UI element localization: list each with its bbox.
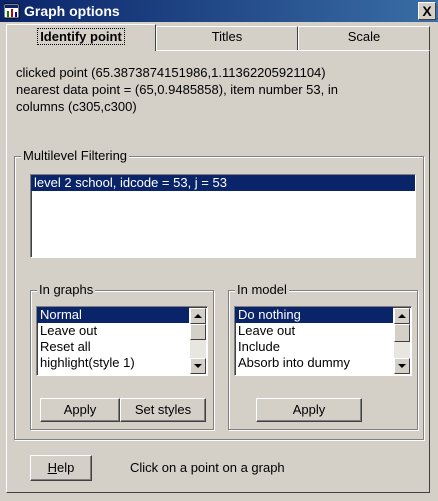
button-label: Set styles	[134, 402, 192, 417]
tab-titles[interactable]: Titles	[156, 26, 298, 50]
columns-text: columns (c305,c300)	[16, 99, 137, 114]
close-button[interactable]: X	[418, 2, 436, 20]
in-graphs-label: In graphs	[37, 282, 96, 297]
arrow-up-icon	[194, 314, 202, 318]
list-item[interactable]: Do nothing	[235, 307, 393, 323]
title-bar[interactable]: Graph options X	[0, 0, 438, 22]
scroll-up-button[interactable]	[190, 308, 206, 324]
in-model-list[interactable]: Do nothing Leave out Include Absorb into…	[234, 306, 412, 376]
tab-scale[interactable]: Scale	[298, 26, 430, 50]
in-model-scrollbar[interactable]	[394, 308, 410, 374]
list-item[interactable]: Normal	[37, 307, 189, 323]
tab-label: Identify point	[37, 28, 125, 45]
list-item[interactable]: Absorb into dummy	[235, 355, 411, 371]
graph-options-window: Graph options X Identify point Titles Sc…	[0, 0, 438, 501]
in-model-apply-button[interactable]: Apply	[256, 398, 362, 422]
in-model-label: In model	[235, 282, 289, 297]
arrow-down-icon	[398, 364, 406, 368]
in-graphs-apply-button[interactable]: Apply	[40, 398, 120, 422]
list-item[interactable]: Include	[235, 339, 411, 355]
set-styles-button[interactable]: Set styles	[120, 398, 206, 422]
clicked-point-text: clicked point (65.3873874151986,1.113622…	[16, 65, 326, 80]
button-label: Apply	[292, 402, 326, 417]
scroll-up-button[interactable]	[394, 308, 410, 324]
help-mnemonic: H	[47, 460, 58, 475]
tab-identify-point[interactable]: Identify point	[6, 24, 156, 51]
help-label-rest: elp	[57, 460, 75, 475]
list-item[interactable]: Leave out	[235, 323, 411, 339]
arrow-down-icon	[194, 364, 202, 368]
help-button[interactable]: Help	[30, 455, 92, 481]
list-item[interactable]: level 2 school, idcode = 53, j = 53	[31, 175, 415, 191]
window-title: Graph options	[24, 3, 120, 19]
scroll-down-button[interactable]	[190, 358, 206, 374]
button-label: Apply	[63, 402, 97, 417]
point-info: clicked point (65.3873874151986,1.113622…	[16, 64, 428, 115]
list-item[interactable]: Reset all	[37, 339, 207, 355]
scroll-down-button[interactable]	[394, 358, 410, 374]
in-graphs-scrollbar[interactable]	[190, 308, 206, 374]
arrow-up-icon	[398, 314, 406, 318]
tab-label: Scale	[347, 29, 381, 44]
in-graphs-list[interactable]: Normal Leave out Reset all highlight(sty…	[36, 306, 208, 376]
scroll-thumb[interactable]	[394, 324, 410, 342]
list-item[interactable]: Leave out	[37, 323, 207, 339]
nearest-point-text: nearest data point = (65,0.9485858), ite…	[16, 82, 338, 97]
graph-window-icon	[3, 3, 20, 19]
status-text: Click on a point on a graph	[130, 460, 285, 475]
multilevel-list[interactable]: level 2 school, idcode = 53, j = 53	[30, 174, 416, 258]
close-icon: X	[422, 3, 432, 19]
multilevel-filtering-label: Multilevel Filtering	[21, 148, 130, 163]
tab-label: Titles	[211, 29, 243, 44]
scroll-thumb[interactable]	[190, 324, 206, 340]
list-item[interactable]: highlight(style 1)	[37, 355, 207, 371]
